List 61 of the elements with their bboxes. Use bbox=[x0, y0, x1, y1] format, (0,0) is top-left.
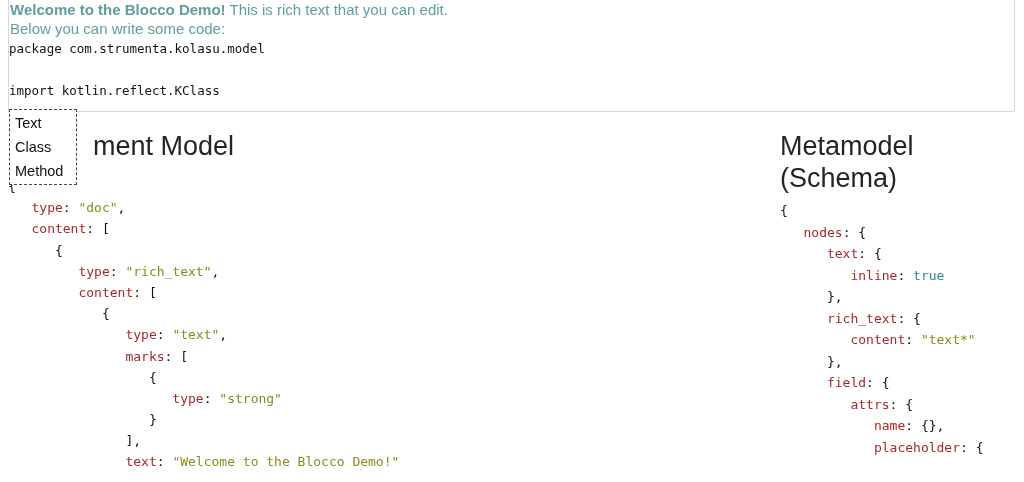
menu-item[interactable]: Method bbox=[10, 159, 76, 183]
code-punctuation: }, bbox=[825, 289, 843, 304]
code-punctuation: { bbox=[53, 242, 63, 258]
code-punctuation: : bbox=[62, 200, 72, 216]
code-key: field bbox=[780, 375, 867, 390]
code-punctuation: : { bbox=[897, 310, 921, 326]
code-line: package com.strumenta.kolasu.model bbox=[9, 41, 265, 56]
section-heading: Metamodel (Schema) bbox=[780, 130, 915, 194]
code-punctuation: : { bbox=[960, 439, 984, 455]
code-key: type bbox=[8, 200, 63, 216]
code-punctuation: : [ bbox=[164, 348, 189, 364]
code-punctuation: ], bbox=[124, 433, 142, 449]
code-punctuation: : { bbox=[842, 224, 867, 240]
menu-item[interactable]: Class bbox=[10, 135, 76, 159]
code-punctuation: { bbox=[147, 369, 157, 385]
code-string: "text*" bbox=[920, 332, 976, 347]
code-key: content bbox=[780, 332, 906, 347]
code-punctuation: : bbox=[897, 267, 907, 283]
code-value: true bbox=[913, 267, 945, 283]
code-punctuation: : { bbox=[889, 396, 914, 412]
code-punctuation: : {}, bbox=[905, 418, 945, 433]
code-punctuation: , bbox=[211, 263, 220, 279]
code-key: placeholder bbox=[780, 439, 960, 455]
code-punctuation: , bbox=[117, 200, 126, 216]
code-key: rich_text bbox=[780, 310, 898, 326]
rich-text-line: Welcome to the Blocco Demo! This is rich text that you can edit. bbox=[9, 0, 449, 19]
rich-text-line: Below you can write some code: bbox=[9, 19, 227, 38]
code-punctuation: : [ bbox=[133, 284, 157, 300]
code-punctuation: : { bbox=[858, 246, 882, 261]
code-key: name bbox=[780, 418, 906, 433]
code-key: text bbox=[8, 454, 157, 470]
code-string: "strong" bbox=[219, 390, 282, 406]
code-key: inline bbox=[780, 267, 898, 283]
code-key: type bbox=[8, 263, 110, 279]
code-key: content bbox=[8, 284, 134, 300]
code-punctuation: : [ bbox=[86, 221, 110, 237]
code-punctuation: }, bbox=[825, 353, 843, 369]
code-punctuation: { bbox=[780, 203, 788, 218]
code-punctuation: : { bbox=[866, 375, 890, 390]
menu-item[interactable]: Text bbox=[10, 111, 76, 135]
code-key: text bbox=[780, 246, 859, 261]
code-string: "Welcome to the Blocco Demo!" bbox=[172, 454, 400, 470]
code-key: attrs bbox=[780, 396, 890, 412]
code-punctuation: : bbox=[203, 390, 213, 406]
code-punctuation: { bbox=[100, 306, 110, 322]
code-key: type bbox=[8, 327, 157, 343]
code-key: content bbox=[8, 221, 87, 237]
code-punctuation: : bbox=[109, 263, 119, 279]
code-string: "rich_text" bbox=[125, 263, 212, 279]
code-string: "doc" bbox=[78, 200, 118, 216]
code-line: import kotlin.reflect.KClass bbox=[9, 83, 220, 98]
code-key: marks bbox=[8, 348, 165, 364]
code-punctuation: } bbox=[147, 412, 157, 428]
code-key: nodes bbox=[780, 224, 843, 240]
code-string: "text" bbox=[172, 327, 220, 343]
code-punctuation: : bbox=[156, 327, 166, 343]
code-punctuation: , bbox=[219, 327, 228, 343]
code-punctuation: : bbox=[905, 332, 915, 347]
code-key: type bbox=[8, 390, 204, 406]
section-heading: ment Model bbox=[93, 130, 235, 162]
code-punctuation: : bbox=[156, 454, 166, 470]
